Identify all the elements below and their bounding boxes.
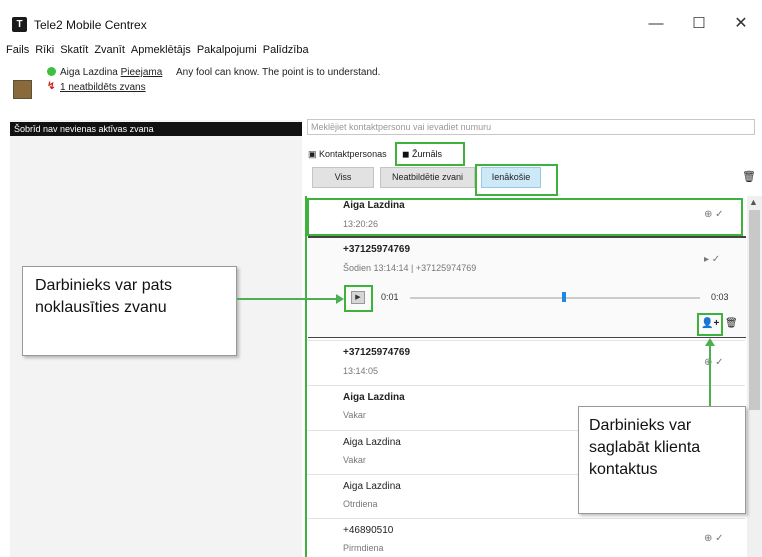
- entry-name[interactable]: Aiga Lazdina: [343, 392, 405, 403]
- entry-time: Šodien 13:14:14 | +37125974769: [343, 263, 477, 273]
- menu-item-skatit[interactable]: Skatīt: [60, 44, 88, 60]
- tab-journal[interactable]: ◼ Žurnāls: [395, 142, 465, 166]
- row-action-icons[interactable]: ▸ ✓: [704, 254, 720, 265]
- status-message[interactable]: Any fool can know. The point is to under…: [176, 67, 380, 78]
- tab-contacts[interactable]: ▣ Kontaktpersonas: [308, 149, 387, 160]
- entry-time: Vakar: [343, 455, 366, 465]
- entry-name[interactable]: Aiga Lazdina: [343, 481, 401, 492]
- scroll-up-arrow[interactable]: ▲: [749, 197, 758, 207]
- entry-time: Pirmdiena: [343, 543, 384, 553]
- incoming-filter-highlight: [475, 164, 558, 196]
- row-action-icons[interactable]: ⊕ ✓: [704, 357, 724, 368]
- search-input[interactable]: Meklējiet kontaktpersonu vai ievadiet nu…: [307, 119, 755, 135]
- scrollbar-thumb[interactable]: [749, 210, 760, 410]
- menu-item-fails[interactable]: Fails: [6, 44, 29, 60]
- menu-item-apmeklletajs[interactable]: Apmeklētājs: [131, 44, 191, 60]
- entry-time: Otrdiena: [343, 499, 378, 509]
- tab-contacts-label: Kontaktpersonas: [319, 149, 387, 159]
- playback-progress-track[interactable]: [410, 297, 700, 299]
- menu-item-pakalpojumi[interactable]: Pakalpojumi: [197, 44, 257, 60]
- playback-progress-knob[interactable]: [562, 292, 566, 302]
- minimize-button[interactable]: —: [643, 12, 669, 36]
- entry-name[interactable]: +37125974769: [343, 244, 410, 255]
- missed-call-icon: ↯: [47, 81, 56, 92]
- trash-icon[interactable]: 🗑: [725, 318, 738, 329]
- trash-icon[interactable]: 🗑: [742, 170, 756, 183]
- online-status-icon: [47, 67, 56, 76]
- missed-calls-link[interactable]: 1 neatbildēts zvans: [60, 82, 146, 93]
- entry-name[interactable]: Aiga Lazdina: [343, 437, 401, 448]
- filter-missed-button[interactable]: Neatbildētie zvani: [380, 167, 475, 188]
- filter-all-button[interactable]: Viss: [312, 167, 374, 188]
- arrow-head-icon: [705, 338, 715, 346]
- window-title: Tele2 Mobile Centrex: [34, 18, 147, 32]
- user-status-link[interactable]: Pieejama: [121, 67, 163, 78]
- entry-time: 13:14:05: [343, 366, 379, 376]
- row-action-icons[interactable]: ⊕ ✓: [704, 533, 724, 544]
- callout-arrow-listen: [237, 298, 337, 300]
- play-button-highlight: [344, 285, 373, 312]
- entry-name[interactable]: +46890510: [343, 525, 393, 536]
- callout-arrow-save: [709, 346, 711, 406]
- list-highlight-left: [305, 196, 309, 557]
- app-icon: T: [12, 17, 27, 32]
- contacts-icon: ▣: [308, 149, 317, 159]
- row-divider: [307, 385, 745, 386]
- entry-time: Vakar: [343, 410, 366, 420]
- playback-time-start: 0:01: [381, 292, 399, 302]
- active-calls-header: Šobrīd nav nevienas aktīvas zvana: [10, 122, 302, 136]
- avatar[interactable]: [13, 80, 32, 99]
- menu-item-riki[interactable]: Rīki: [35, 44, 54, 60]
- user-name: Aiga Lazdina: [60, 67, 118, 78]
- add-contact-highlight: [697, 313, 723, 336]
- menu-item-palidziba[interactable]: Palīdzība: [263, 44, 309, 60]
- playback-time-end: 0:03: [711, 292, 729, 302]
- close-button[interactable]: ✕: [728, 12, 754, 36]
- user-name-status: Aiga Lazdina Pieejama: [60, 67, 162, 78]
- arrow-head-icon: [336, 294, 344, 304]
- row-divider: [307, 340, 745, 341]
- title-bar: T Tele2 Mobile Centrex — ☐ ✕: [0, 0, 762, 42]
- journal-icon: ◼: [402, 149, 410, 159]
- callout-listen: Darbinieks var pats noklausīties zvanu: [22, 266, 237, 356]
- tab-journal-label: Žurnāls: [412, 149, 443, 159]
- menu-bar: Fails Rīki Skatīt Zvanīt Apmeklētājs Pak…: [6, 44, 309, 60]
- entry-highlight: [307, 198, 743, 236]
- row-divider: [307, 518, 745, 519]
- entry-name[interactable]: +37125974769: [343, 347, 410, 358]
- callout-save: Darbinieks var saglabāt klienta kontaktu…: [578, 406, 746, 514]
- menu-item-zvanit[interactable]: Zvanīt: [94, 44, 125, 60]
- maximize-button[interactable]: ☐: [686, 12, 712, 36]
